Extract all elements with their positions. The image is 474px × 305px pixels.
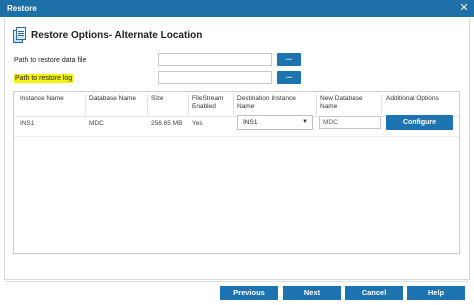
next-button[interactable]: Next — [283, 286, 341, 300]
log-path-label-wrap: Path to restore log — [14, 74, 74, 83]
browse-data-file-button[interactable]: ... — [277, 53, 301, 66]
column-header-new-database: New Database Name — [320, 95, 363, 110]
dialog-heading: Restore Options- Alternate Location — [13, 25, 202, 45]
log-path-label: Path to restore log — [14, 74, 74, 83]
destination-instance-select[interactable]: INS1 ▼ — [237, 115, 313, 130]
data-file-path-input[interactable] — [158, 53, 272, 66]
column-header-filestream: FileStream Enabled — [192, 95, 224, 110]
window-titlebar: Restore — [0, 0, 474, 17]
databases-table: Instance Name Database Name Size FileStr… — [13, 91, 460, 254]
chevron-down-icon: ▼ — [302, 119, 308, 125]
cancel-button[interactable]: Cancel — [345, 286, 403, 300]
page-title: Restore Options- Alternate Location — [31, 29, 203, 41]
column-header-database: Database Name — [89, 95, 136, 102]
column-header-destination: Destination Instance Name — [237, 95, 296, 110]
previous-button[interactable]: Previous — [220, 286, 278, 300]
cell-database: MDC — [89, 120, 104, 127]
column-header-options: Additional Options — [386, 95, 439, 102]
new-database-name-input[interactable]: MDC — [319, 116, 381, 129]
column-header-size: Size — [151, 95, 164, 102]
cell-filestream: Yes — [192, 120, 203, 127]
configure-button[interactable]: Configure — [386, 115, 453, 130]
window-title: Restore — [7, 4, 37, 13]
log-path-input[interactable] — [158, 71, 272, 84]
browse-log-button[interactable]: ... — [277, 71, 301, 84]
data-file-label: Path to restore data file — [14, 57, 87, 64]
documents-icon — [13, 27, 26, 43]
cell-size: 256.65 MB — [151, 120, 183, 127]
destination-instance-value: INS1 — [243, 119, 258, 126]
cell-instance: INS1 — [20, 120, 35, 127]
help-button[interactable]: Help — [407, 286, 465, 300]
column-header-instance: Instance Name — [20, 95, 64, 102]
close-icon[interactable]: ✕ — [457, 0, 471, 16]
